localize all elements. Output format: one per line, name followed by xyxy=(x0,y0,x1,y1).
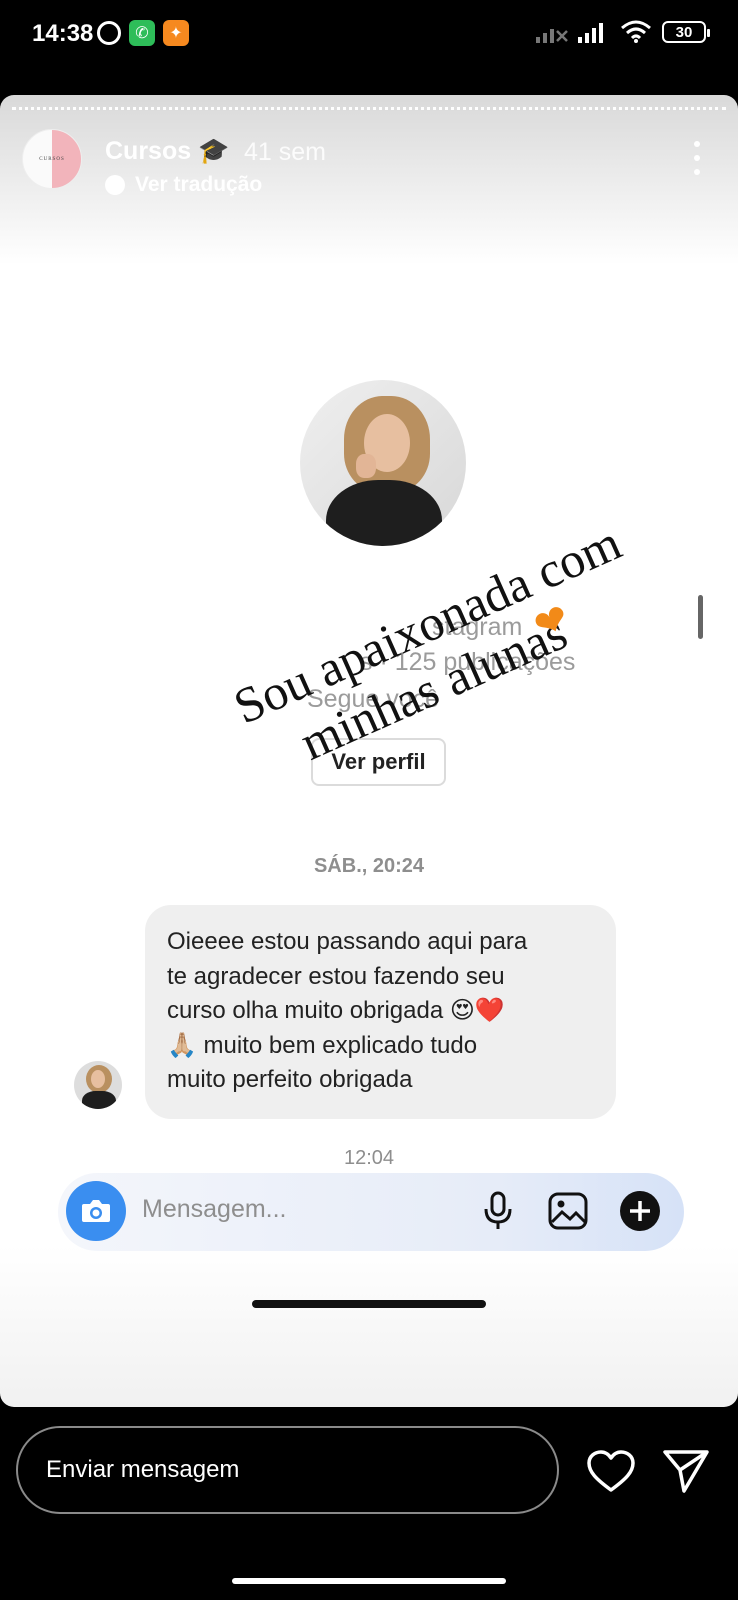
status-app-icons: ✆ ✦ xyxy=(97,20,189,46)
battery-icon: 30 xyxy=(662,21,710,43)
profile-photo xyxy=(300,380,466,546)
notification-app-icon: ✦ xyxy=(163,20,189,46)
heart-icon[interactable] xyxy=(586,1450,636,1494)
phone-app-icon: ✆ xyxy=(129,20,155,46)
signal-icon xyxy=(578,23,603,43)
story-time-ago: 41 sem xyxy=(244,138,326,166)
microphone-icon xyxy=(476,1189,520,1233)
translate-icon xyxy=(105,175,125,195)
message-line: 🙏🏼 muito bem explicado tudo xyxy=(167,1031,478,1059)
message-avatar xyxy=(74,1061,122,1109)
time-separator: 12:04 xyxy=(343,1147,395,1169)
avatar-logo-text: CURSOS xyxy=(39,156,65,162)
message-composer: Mensagem... xyxy=(58,1173,684,1251)
status-bar: 14:38 ✆ ✦ 30 xyxy=(0,0,738,70)
wifi-icon xyxy=(621,20,651,43)
status-time: 14:38 xyxy=(32,20,94,47)
story-progress-bar xyxy=(12,107,726,110)
send-icon[interactable] xyxy=(662,1448,710,1494)
message-line: Oieeee estou passando aqui para xyxy=(167,928,528,955)
alarm-icon xyxy=(97,21,121,45)
add-icon xyxy=(618,1189,662,1233)
more-options-icon[interactable] xyxy=(692,141,702,175)
scroll-indicator xyxy=(698,595,703,639)
message-line: curso olha muito obrigada 😍❤️ xyxy=(167,997,505,1024)
translate-label: Ver tradução xyxy=(135,173,263,196)
status-system-icons: 30 xyxy=(536,20,710,44)
story-card[interactable]: CURSOS Cursos 🎓 41 sem Ver tradução stag… xyxy=(0,95,738,1407)
translate-link[interactable]: Ver tradução xyxy=(105,173,262,197)
reply-message-input[interactable]: Enviar mensagem xyxy=(16,1426,559,1514)
avatar[interactable]: CURSOS xyxy=(22,129,82,189)
home-indicator xyxy=(252,1300,486,1308)
navigation-bar[interactable] xyxy=(232,1578,506,1584)
date-separator: SÁB., 20:24 xyxy=(313,855,425,877)
message-bubble: Oieeee estou passando aqui para te agrad… xyxy=(145,905,616,1119)
composer-placeholder: Mensagem... xyxy=(142,1195,287,1223)
signal-off-icon xyxy=(536,29,568,43)
message-line: muito perfeito obrigada xyxy=(167,1066,413,1093)
camera-icon xyxy=(66,1181,126,1241)
message-line: te agradecer estou fazendo seu xyxy=(167,962,505,990)
story-username[interactable]: Cursos 🎓 xyxy=(105,137,229,166)
gallery-icon xyxy=(546,1189,590,1233)
